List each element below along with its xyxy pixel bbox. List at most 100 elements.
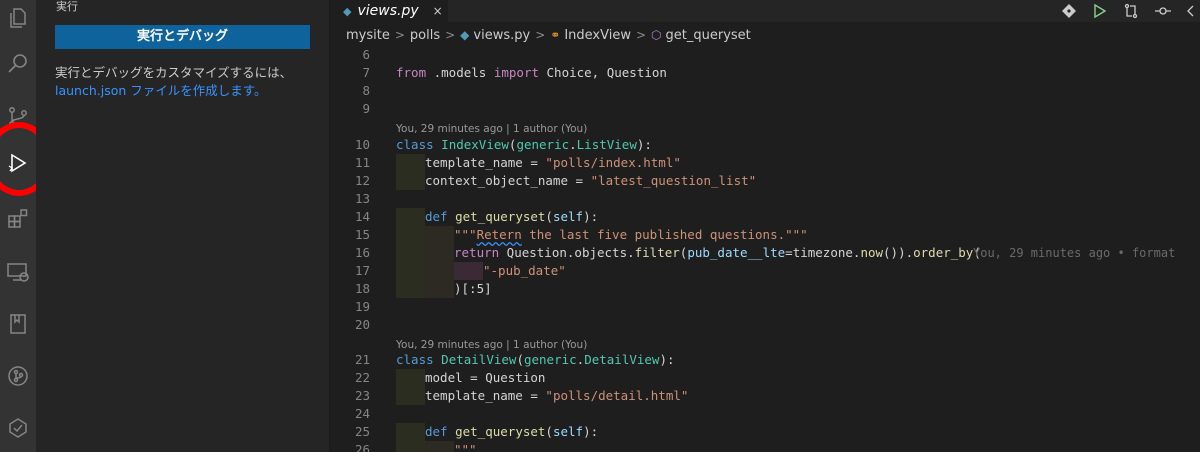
indent-guide (425, 280, 454, 298)
indent-guide (425, 244, 454, 262)
class-symbol-icon: ⚭ (550, 28, 561, 42)
tab-label: views.py (357, 3, 419, 19)
chevron-right-icon: > (535, 28, 546, 42)
code-line: 14 def get_queryset(self): (330, 208, 1200, 226)
timeline-icon[interactable] (1153, 0, 1173, 22)
indent-guide (396, 387, 425, 405)
indent-guide (396, 280, 425, 298)
remote-explorer-icon[interactable] (0, 254, 36, 290)
indent-guide (396, 262, 425, 280)
indent-guide (396, 172, 425, 190)
line-number: 10 (354, 137, 370, 152)
code-text: class IndexView(generic.ListView): (396, 137, 652, 152)
code-text: return Question.objects.filter(pub_date_… (454, 245, 981, 260)
code-text: template_name = "polls/detail.html" (425, 388, 689, 403)
python-file-icon: ◆ (343, 4, 352, 18)
code-text: context_object_name = "latest_question_l… (425, 173, 757, 188)
indent-guide (396, 369, 425, 387)
run-and-debug-button[interactable]: 実行とデバッグ (55, 25, 310, 49)
code-line: 9 (330, 100, 1200, 118)
bookmarks-icon[interactable] (0, 306, 36, 342)
files-icon[interactable] (0, 0, 36, 36)
code-line: 22 model = Question (330, 369, 1200, 387)
extensions-icon[interactable] (0, 200, 36, 236)
go-back-icon[interactable] (1181, 0, 1200, 22)
indent-guide (454, 262, 483, 280)
breadcrumb: mysite > polls > ◆ views.py > ⚭ IndexVie… (330, 24, 1200, 46)
editor-tab-bar: ◆ views.py × (330, 0, 1200, 22)
code-line: 8 (330, 82, 1200, 100)
chevron-right-icon: > (445, 28, 456, 42)
code-line: 25 def get_queryset(self): (330, 423, 1200, 441)
testing-icon[interactable] (0, 410, 36, 446)
python-file-icon: ◆ (460, 28, 470, 42)
code-text: class DetailView(generic.DetailView): (396, 352, 675, 367)
line-number: 19 (354, 299, 370, 314)
code-line: 21 class DetailView(generic.DetailView): (330, 351, 1200, 369)
tab-views-py[interactable]: ◆ views.py × (330, 0, 448, 22)
inline-blame[interactable]: You, 29 minutes ago • format (973, 244, 1175, 262)
code-editor[interactable]: 6 7 from .models import Choice, Question… (330, 46, 1200, 452)
code-line: 13 (330, 190, 1200, 208)
breadcrumb-item-polls[interactable]: polls (410, 28, 440, 43)
code-text: )[:5] (454, 281, 492, 296)
line-number: 15 (354, 227, 370, 242)
code-text: template_name = "polls/index.html" (425, 155, 681, 170)
search-icon[interactable] (0, 46, 36, 82)
chevron-right-icon: > (394, 28, 405, 42)
breadcrumb-item-class[interactable]: IndexView (564, 28, 631, 43)
line-number: 6 (362, 47, 370, 62)
code-text: def get_queryset(self): (425, 424, 599, 439)
line-number: 8 (362, 83, 370, 98)
line-number: 11 (354, 155, 370, 170)
git-lens-icon[interactable] (1059, 0, 1079, 22)
line-number: 14 (354, 209, 370, 224)
line-number: 20 (354, 317, 370, 332)
line-number: 25 (354, 424, 370, 439)
code-line: 7 from .models import Choice, Question (330, 64, 1200, 82)
indent-guide (425, 226, 454, 244)
breadcrumb-item-mysite[interactable]: mysite (346, 28, 390, 43)
code-line: 20 (330, 316, 1200, 334)
indent-guide (425, 262, 454, 280)
breadcrumb-item-method[interactable]: get_queryset (666, 28, 751, 43)
sidebar-title: 実行 (56, 0, 78, 13)
code-text: """ (454, 442, 477, 452)
close-icon[interactable]: × (433, 4, 443, 18)
line-number: 16 (354, 245, 370, 260)
code-line: 12 context_object_name = "latest_questio… (330, 172, 1200, 190)
code-line: 18 )[:5] (330, 280, 1200, 298)
git-graph-icon[interactable] (0, 358, 36, 394)
indent-guide (396, 441, 425, 452)
code-line: 19 (330, 298, 1200, 316)
line-number: 7 (362, 65, 370, 80)
indent-guide (396, 154, 425, 172)
code-line: 10 class IndexView(generic.ListView): (330, 136, 1200, 154)
line-number: 18 (354, 281, 370, 296)
indent-guide (396, 226, 425, 244)
run-file-icon[interactable] (1089, 0, 1109, 22)
indent-guide (396, 244, 425, 262)
create-launch-json-link[interactable]: launch.json ファイルを作成します。 (55, 83, 267, 98)
code-text: def get_queryset(self): (425, 209, 599, 224)
run-debug-icon[interactable] (0, 145, 36, 181)
compare-changes-icon[interactable] (1121, 0, 1141, 22)
code-line: 6 (330, 46, 1200, 64)
indent-guide (425, 441, 454, 452)
indent-guide (396, 208, 425, 226)
code-line: 16 return Question.objects.filter(pub_da… (330, 244, 1200, 262)
line-number: 13 (354, 191, 370, 206)
code-line: 17 "-pub_date" (330, 262, 1200, 280)
indent-guide (396, 423, 425, 441)
code-line: 24 (330, 405, 1200, 423)
line-number: 17 (354, 263, 370, 278)
line-number: 26 (354, 442, 370, 452)
line-number: 22 (354, 370, 370, 385)
line-number: 21 (354, 352, 370, 367)
line-number: 23 (354, 388, 370, 403)
source-control-icon[interactable] (0, 99, 36, 135)
line-number: 12 (354, 173, 370, 188)
breadcrumb-item-file[interactable]: views.py (473, 28, 530, 43)
method-symbol-icon: ⬡ (651, 28, 662, 42)
line-number: 24 (354, 406, 370, 421)
